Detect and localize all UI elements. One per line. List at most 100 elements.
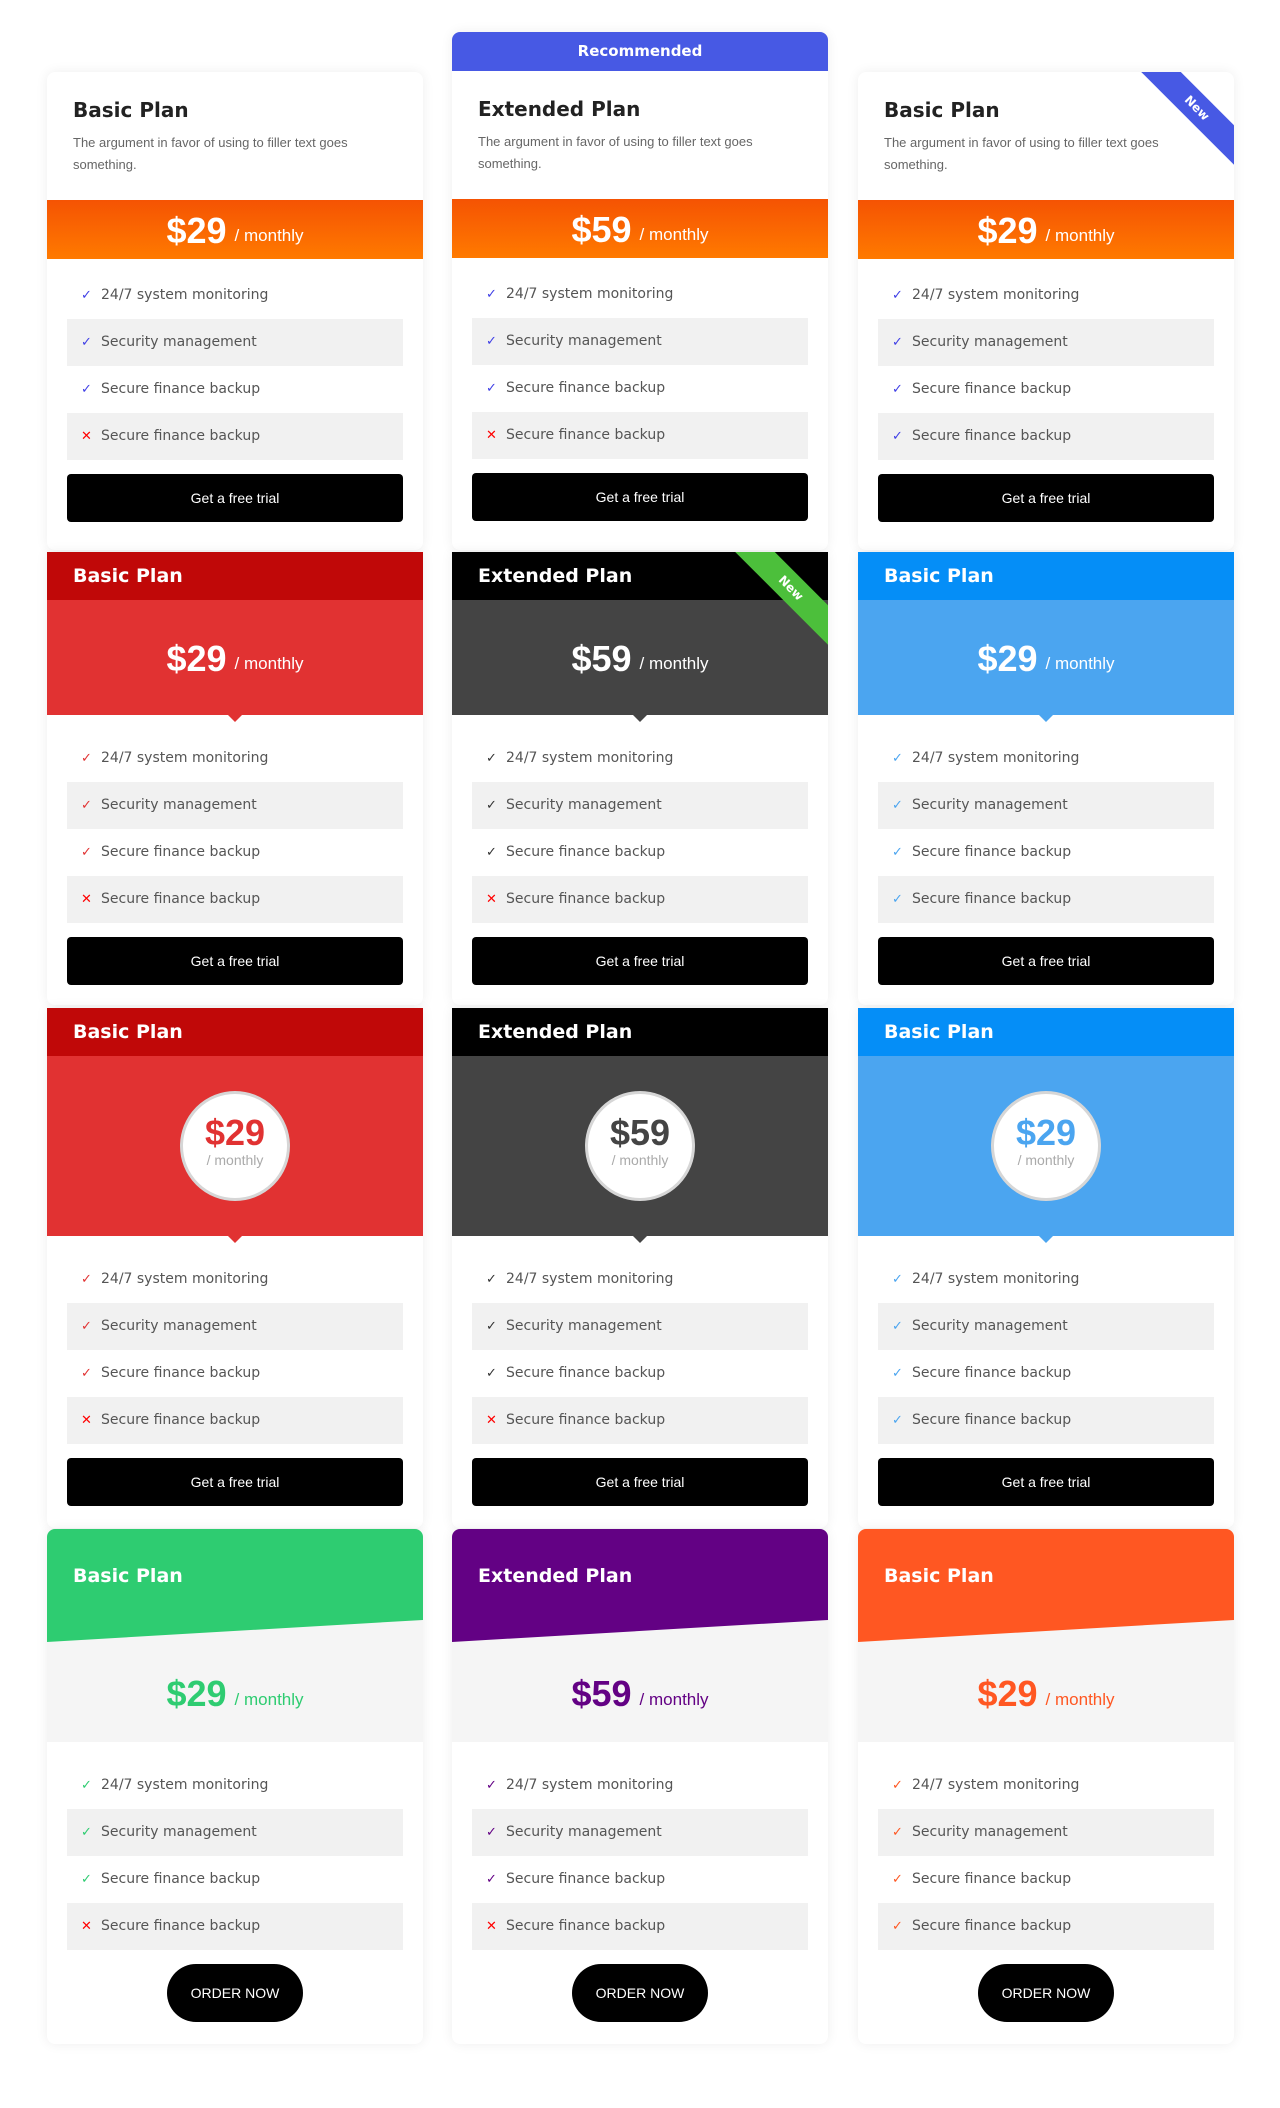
feature-label: Secure finance backup <box>506 1918 666 1934</box>
free-trial-button[interactable]: Get a free trial <box>67 1458 403 1506</box>
pricing-card: Basic Plan The argument in favor of using… <box>858 72 1234 550</box>
feature-label: Security management <box>101 797 257 813</box>
free-trial-button[interactable]: Get a free trial <box>878 474 1214 522</box>
check-icon: ✓ <box>486 334 497 349</box>
check-icon: ✓ <box>486 845 497 860</box>
feature-item: ✓ Security management <box>472 1809 808 1856</box>
feature-list: ✓ 24/7 system monitoring ✓ Security managem… <box>858 1236 1234 1444</box>
price-period: / monthly <box>1045 654 1115 673</box>
feature-item: ✓ Secure finance backup <box>472 365 808 412</box>
feature-label: Secure finance backup <box>912 1365 1072 1381</box>
feature-item: ✓ 24/7 system monitoring <box>878 272 1214 319</box>
price-period: / monthly <box>234 1689 304 1709</box>
cross-icon: ✕ <box>486 428 497 443</box>
slanted-header: Extended Plan <box>452 1529 828 1642</box>
feature-label: Secure finance backup <box>912 1871 1072 1887</box>
pricing-card: Basic Plan $29/ monthly ✓ 24/7 system monit… <box>47 552 423 1005</box>
pointer-triangle <box>228 715 242 722</box>
price-amount: $59 <box>571 1673 632 1714</box>
pointer-triangle <box>228 1236 242 1243</box>
feature-label: Secure finance backup <box>912 844 1072 860</box>
feature-label: Secure finance backup <box>506 1871 666 1887</box>
free-trial-button[interactable]: Get a free trial <box>472 473 808 521</box>
order-now-button[interactable]: ORDER NOW <box>978 1964 1114 2022</box>
feature-item: ✓ 24/7 system monitoring <box>472 271 808 318</box>
plan-description: The argument in favor of using to filler… <box>478 134 753 171</box>
check-icon: ✓ <box>486 1872 497 1887</box>
price-period: / monthly <box>1017 1152 1075 1168</box>
slanted-header: Basic Plan <box>858 1529 1234 1642</box>
check-icon: ✓ <box>81 382 92 397</box>
check-icon: ✓ <box>892 1778 903 1793</box>
pointer-triangle <box>1039 1236 1053 1243</box>
price-period: / monthly <box>639 225 709 244</box>
price-period: / monthly <box>234 226 304 245</box>
feature-label: 24/7 system monitoring <box>101 1271 269 1287</box>
check-icon: ✓ <box>892 288 903 303</box>
slanted-header: Basic Plan <box>47 1529 423 1642</box>
plan-title: Extended Plan <box>478 97 641 121</box>
free-trial-button[interactable]: Get a free trial <box>67 474 403 522</box>
feature-item: ✕ Secure finance backup <box>67 1903 403 1950</box>
feature-list: ✓ 24/7 system monitoring ✓ Security managem… <box>47 1742 423 1950</box>
price-amount: $59 <box>571 209 632 250</box>
feature-label: Secure finance backup <box>101 891 261 907</box>
free-trial-button[interactable]: Get a free trial <box>472 937 808 985</box>
feature-label: Secure finance backup <box>506 380 666 396</box>
free-trial-button[interactable]: Get a free trial <box>472 1458 808 1506</box>
feature-label: Security management <box>506 1318 662 1334</box>
feature-item: ✓ Secure finance backup <box>67 1856 403 1903</box>
feature-label: 24/7 system monitoring <box>506 1271 674 1287</box>
feature-item: ✕ Secure finance backup <box>472 1903 808 1950</box>
feature-label: 24/7 system monitoring <box>506 286 674 302</box>
check-icon: ✓ <box>81 1825 92 1840</box>
feature-item: ✓ Secure finance backup <box>878 1350 1214 1397</box>
feature-item: ✓ 24/7 system monitoring <box>878 1762 1214 1809</box>
plan-title: Basic Plan <box>884 98 1000 122</box>
order-now-button[interactable]: ORDER NOW <box>572 1964 708 2022</box>
plan-title: Basic Plan <box>73 98 189 122</box>
price-amount: $29 <box>977 210 1038 251</box>
feature-item: ✓ Security management <box>67 319 403 366</box>
card-header: Basic Plan The argument in favor of using… <box>47 72 423 200</box>
feature-list: ✓ 24/7 system monitoring ✓ Security managem… <box>858 1742 1234 1950</box>
free-trial-button[interactable]: Get a free trial <box>878 937 1214 985</box>
price-period: / monthly <box>611 1152 669 1168</box>
feature-list: ✓ 24/7 system monitoring ✓ Security managem… <box>47 1236 423 1444</box>
check-icon: ✓ <box>486 751 497 766</box>
order-now-button[interactable]: ORDER NOW <box>167 1964 303 2022</box>
feature-list: ✓ 24/7 system monitoring ✓ Security managem… <box>452 715 828 923</box>
feature-label: 24/7 system monitoring <box>912 1271 1080 1287</box>
price-period: / monthly <box>639 654 709 673</box>
check-icon: ✓ <box>892 1366 903 1381</box>
price-area: Basic Plan $29 / monthly <box>858 1529 1234 1742</box>
feature-label: Security management <box>912 334 1068 350</box>
feature-item: ✕ Secure finance backup <box>67 1397 403 1444</box>
feature-label: 24/7 system monitoring <box>101 287 269 303</box>
check-icon: ✓ <box>892 382 903 397</box>
price-area: $59/ monthly <box>452 1056 828 1243</box>
feature-label: Security management <box>506 1824 662 1840</box>
price: $29 / monthly <box>858 1673 1234 1715</box>
check-icon: ✓ <box>81 1366 92 1381</box>
pricing-card: Basic Plan $29/ monthly ✓ 24/7 system monit… <box>858 1008 1234 1528</box>
check-icon: ✓ <box>81 1319 92 1334</box>
cross-icon: ✕ <box>486 1413 497 1428</box>
feature-item: ✓ Security management <box>878 319 1214 366</box>
free-trial-button[interactable]: Get a free trial <box>67 937 403 985</box>
feature-item: ✓ Secure finance backup <box>878 829 1214 876</box>
free-trial-button[interactable]: Get a free trial <box>878 1458 1214 1506</box>
pointer-triangle <box>633 715 647 722</box>
feature-label: 24/7 system monitoring <box>912 750 1080 766</box>
feature-item: ✓ 24/7 system monitoring <box>67 735 403 782</box>
feature-item: ✓ 24/7 system monitoring <box>472 735 808 782</box>
check-icon: ✓ <box>892 798 903 813</box>
feature-list: ✓ 24/7 system monitoring ✓ Security managem… <box>452 1236 828 1444</box>
price-area: $29 / monthly <box>858 600 1234 722</box>
check-icon: ✓ <box>892 1413 903 1428</box>
price: $29 / monthly <box>47 1673 423 1715</box>
feature-item: ✓ 24/7 system monitoring <box>878 735 1214 782</box>
price-amount: $29 <box>166 210 227 251</box>
feature-item: ✓ Security management <box>878 1303 1214 1350</box>
feature-label: Secure finance backup <box>101 1365 261 1381</box>
